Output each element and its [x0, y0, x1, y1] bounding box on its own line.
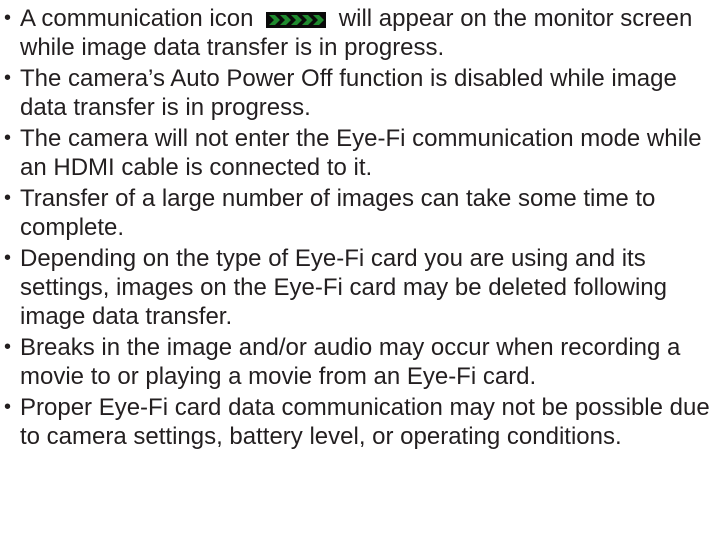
- note-item-transfer-time: • Transfer of a large number of images c…: [0, 184, 728, 242]
- bullet: •: [4, 247, 12, 269]
- note-text: Transfer of a large number of images can…: [20, 185, 656, 241]
- note-text: The camera will not enter the Eye-Fi com…: [20, 125, 702, 181]
- notes-list: • A communication icon will appear on th…: [0, 4, 728, 453]
- note-text: Proper Eye-Fi card data communication ma…: [20, 394, 710, 450]
- note-item-breaks: • Breaks in the image and/or audio may o…: [0, 333, 728, 391]
- note-text: The camera’s Auto Power Off function is …: [20, 65, 677, 121]
- note-item-auto-power-off: • The camera’s Auto Power Off function i…: [0, 64, 728, 122]
- bullet: •: [4, 187, 12, 209]
- note-item-communication-conditions: • Proper Eye-Fi card data communication …: [0, 393, 728, 451]
- note-item-deletion: • Depending on the type of Eye-Fi card y…: [0, 244, 728, 331]
- note-item-communication-icon: • A communication icon will appear on th…: [0, 4, 728, 62]
- bullet: •: [4, 7, 12, 29]
- note-text: Depending on the type of Eye-Fi card you…: [20, 245, 668, 330]
- note-text: A communication icon: [20, 5, 254, 32]
- eye-fi-communication-icon: [266, 12, 327, 28]
- note-item-hdmi: • The camera will not enter the Eye-Fi c…: [0, 124, 728, 182]
- bullet: •: [4, 396, 12, 418]
- note-text: Breaks in the image and/or audio may occ…: [20, 334, 681, 390]
- bullet: •: [4, 336, 12, 358]
- bullet: •: [4, 67, 12, 89]
- bullet: •: [4, 127, 12, 149]
